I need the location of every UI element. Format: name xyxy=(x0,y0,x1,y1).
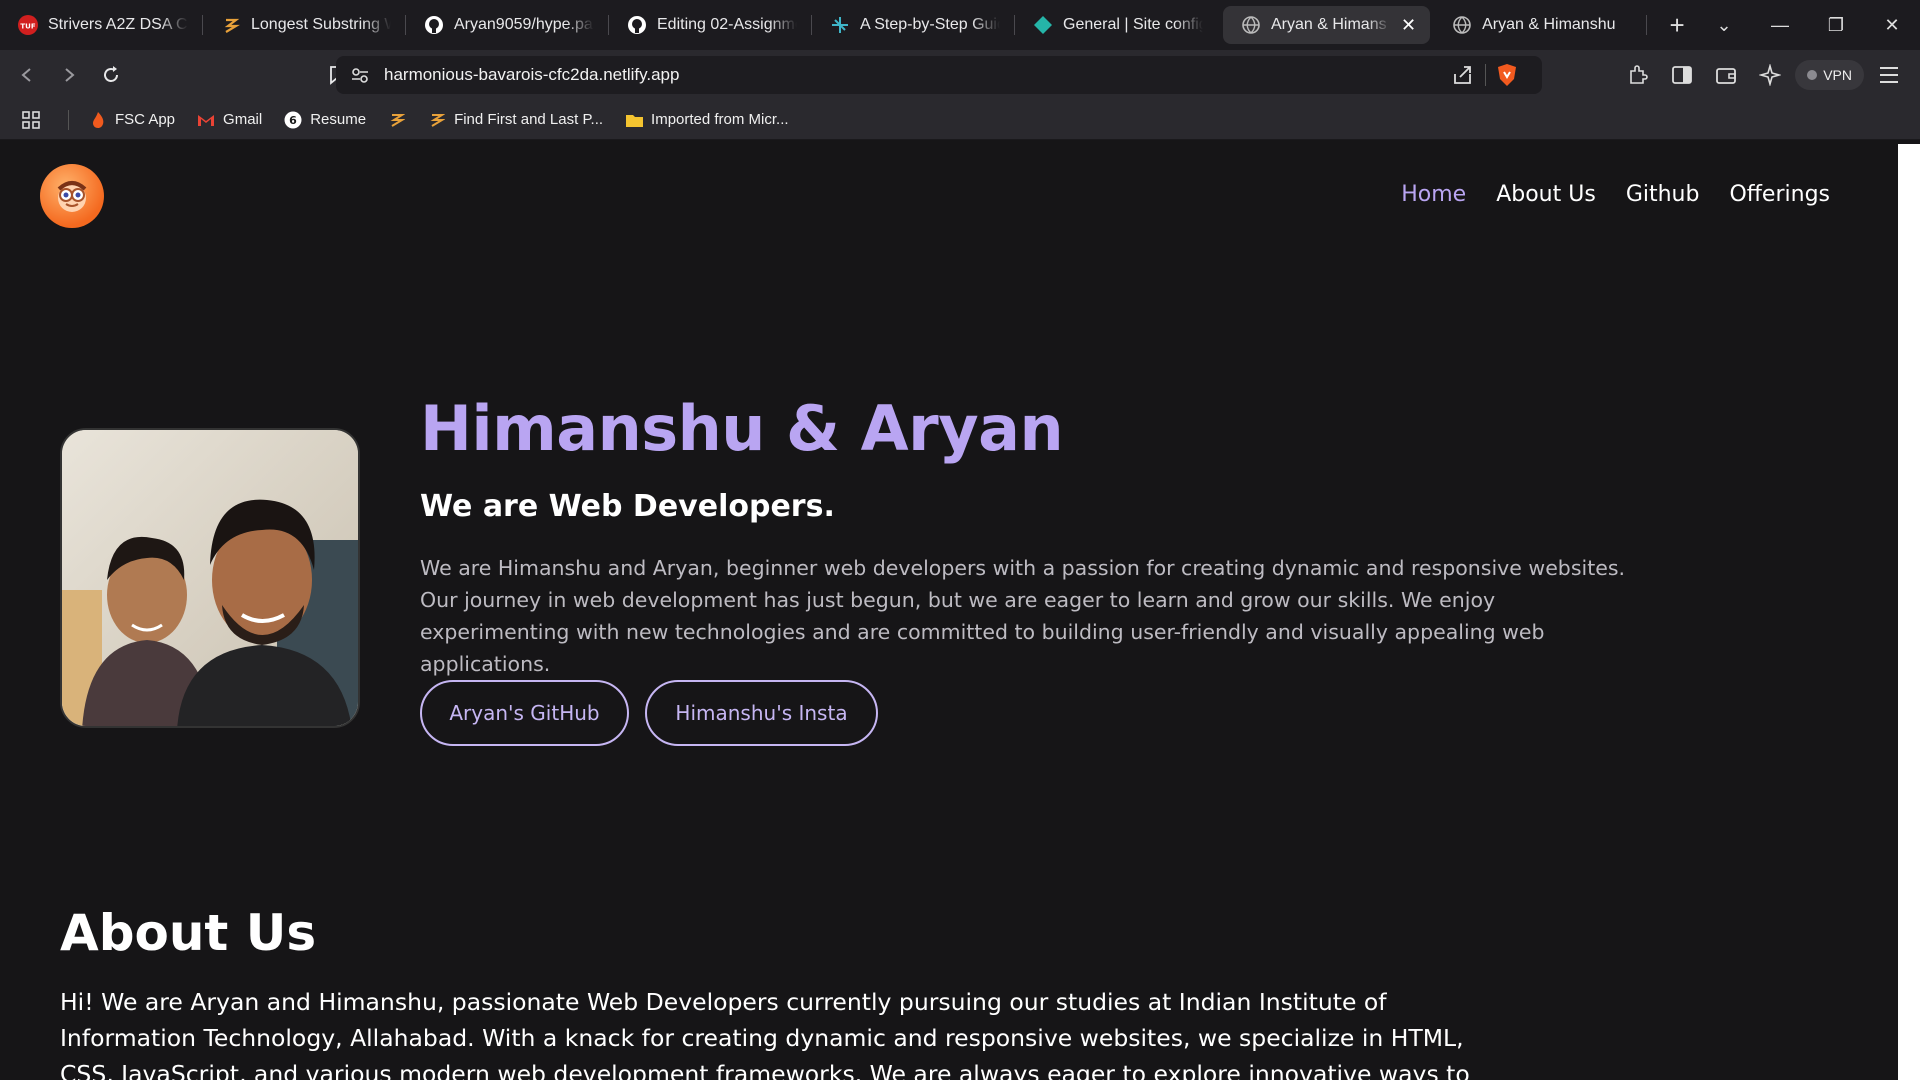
gmail-icon xyxy=(197,111,215,129)
bookmarks-bar: FSC App Gmail 6 Resume Find First and La… xyxy=(0,100,1920,140)
apps-icon[interactable] xyxy=(22,110,40,129)
browser-tab[interactable]: General | Site config xyxy=(1015,6,1217,44)
new-tab-button[interactable]: + xyxy=(1657,10,1697,41)
tuf-icon: TUF xyxy=(18,15,38,35)
site-settings-icon[interactable] xyxy=(350,65,370,85)
hero-description: We are Himanshu and Aryan, beginner web … xyxy=(420,556,1626,676)
bookmark-find-first-last[interactable]: Find First and Last P... xyxy=(428,111,603,129)
brave-shield-icon[interactable] xyxy=(1496,63,1518,87)
tab-strip: TUF Strivers A2Z DSA Cou Longest Substri… xyxy=(0,0,1920,50)
page-scrollbar[interactable] xyxy=(1898,144,1920,1080)
hero-title: Himanshu & Aryan xyxy=(420,392,1064,465)
close-window-icon[interactable]: ✕ xyxy=(1864,15,1920,36)
back-icon[interactable] xyxy=(8,56,46,94)
svg-text:TUF: TUF xyxy=(20,23,35,31)
bookmark-codolio[interactable] xyxy=(388,111,406,129)
forward-icon[interactable] xyxy=(50,56,88,94)
nav-offerings[interactable]: Offerings xyxy=(1729,182,1830,207)
flame-icon xyxy=(89,111,107,129)
nav-about-us[interactable]: About Us xyxy=(1496,182,1596,207)
himanshu-insta-button[interactable]: Himanshu's Insta xyxy=(645,680,878,746)
tab-divider xyxy=(1646,15,1648,35)
nav-github[interactable]: Github xyxy=(1626,182,1700,207)
vpn-button[interactable]: VPN xyxy=(1795,60,1864,90)
share-icon[interactable] xyxy=(1452,64,1474,86)
globe-icon xyxy=(1241,15,1261,35)
close-tab-icon[interactable]: ✕ xyxy=(1401,15,1416,36)
hero-subtitle: We are Web Developers. xyxy=(420,489,835,524)
github-icon xyxy=(627,15,647,35)
vpn-status-icon xyxy=(1807,70,1818,80)
globe-icon xyxy=(1452,15,1472,35)
nav-home[interactable]: Home xyxy=(1401,182,1466,207)
resume-icon: 6 xyxy=(284,111,302,129)
sparkle-icon xyxy=(830,15,850,35)
toolbar: harmonious-bavarois-cfc2da.netlify.app V… xyxy=(0,50,1920,100)
github-icon xyxy=(424,15,444,35)
restore-icon[interactable]: ❐ xyxy=(1808,15,1864,36)
site-logo[interactable] xyxy=(40,164,104,228)
browser-tab[interactable]: Aryan & Himanshu xyxy=(1434,6,1646,44)
bookmark-resume[interactable]: 6 Resume xyxy=(284,111,366,129)
browser-tab[interactable]: Longest Substring W xyxy=(203,6,405,44)
wallet-icon[interactable] xyxy=(1707,56,1745,94)
browser-tab-active[interactable]: Aryan & Himans ✕ xyxy=(1223,6,1431,44)
codolio-icon xyxy=(221,15,241,35)
cartoon-face-icon xyxy=(57,181,87,212)
web-page: Home About Us Github Offerings Himanshu … xyxy=(0,144,1898,1080)
sidebar-icon[interactable] xyxy=(1663,56,1701,94)
bookmark-folder-imported[interactable]: Imported from Micr... xyxy=(625,111,789,129)
folder-icon xyxy=(625,111,644,129)
browser-tab[interactable]: Editing 02-Assignme xyxy=(609,6,811,44)
about-heading: About Us xyxy=(60,904,317,962)
reload-icon[interactable] xyxy=(92,56,130,94)
menu-icon[interactable] xyxy=(1870,56,1908,94)
aryan-github-button[interactable]: Aryan's GitHub xyxy=(420,680,629,746)
browser-tab[interactable]: TUF Strivers A2Z DSA Cou xyxy=(0,6,202,44)
extensions-icon[interactable] xyxy=(1619,56,1657,94)
svg-text:6: 6 xyxy=(289,114,297,127)
hero-photo xyxy=(60,428,360,728)
browser-tab[interactable]: Aryan9059/hype.pass xyxy=(406,6,608,44)
browser-tab[interactable]: A Step-by-Step Guid xyxy=(812,6,1014,44)
two-people-photo xyxy=(62,430,358,726)
netlify-icon xyxy=(1033,15,1053,35)
address-bar[interactable]: harmonious-bavarois-cfc2da.netlify.app xyxy=(336,56,1542,94)
bookmark-gmail[interactable]: Gmail xyxy=(197,111,262,129)
codolio-icon xyxy=(428,111,446,129)
bookmark-fsc-app[interactable]: FSC App xyxy=(89,111,175,129)
main-nav: Home About Us Github Offerings xyxy=(1401,182,1830,207)
codolio-icon xyxy=(388,111,406,129)
minimize-icon[interactable]: — xyxy=(1752,15,1808,36)
leo-ai-icon[interactable] xyxy=(1751,56,1789,94)
about-text: Hi! We are Aryan and Himanshu, passionat… xyxy=(60,988,1470,1080)
tab-search-icon[interactable]: ⌄ xyxy=(1696,15,1752,36)
url-text[interactable]: harmonious-bavarois-cfc2da.netlify.app xyxy=(384,65,679,85)
